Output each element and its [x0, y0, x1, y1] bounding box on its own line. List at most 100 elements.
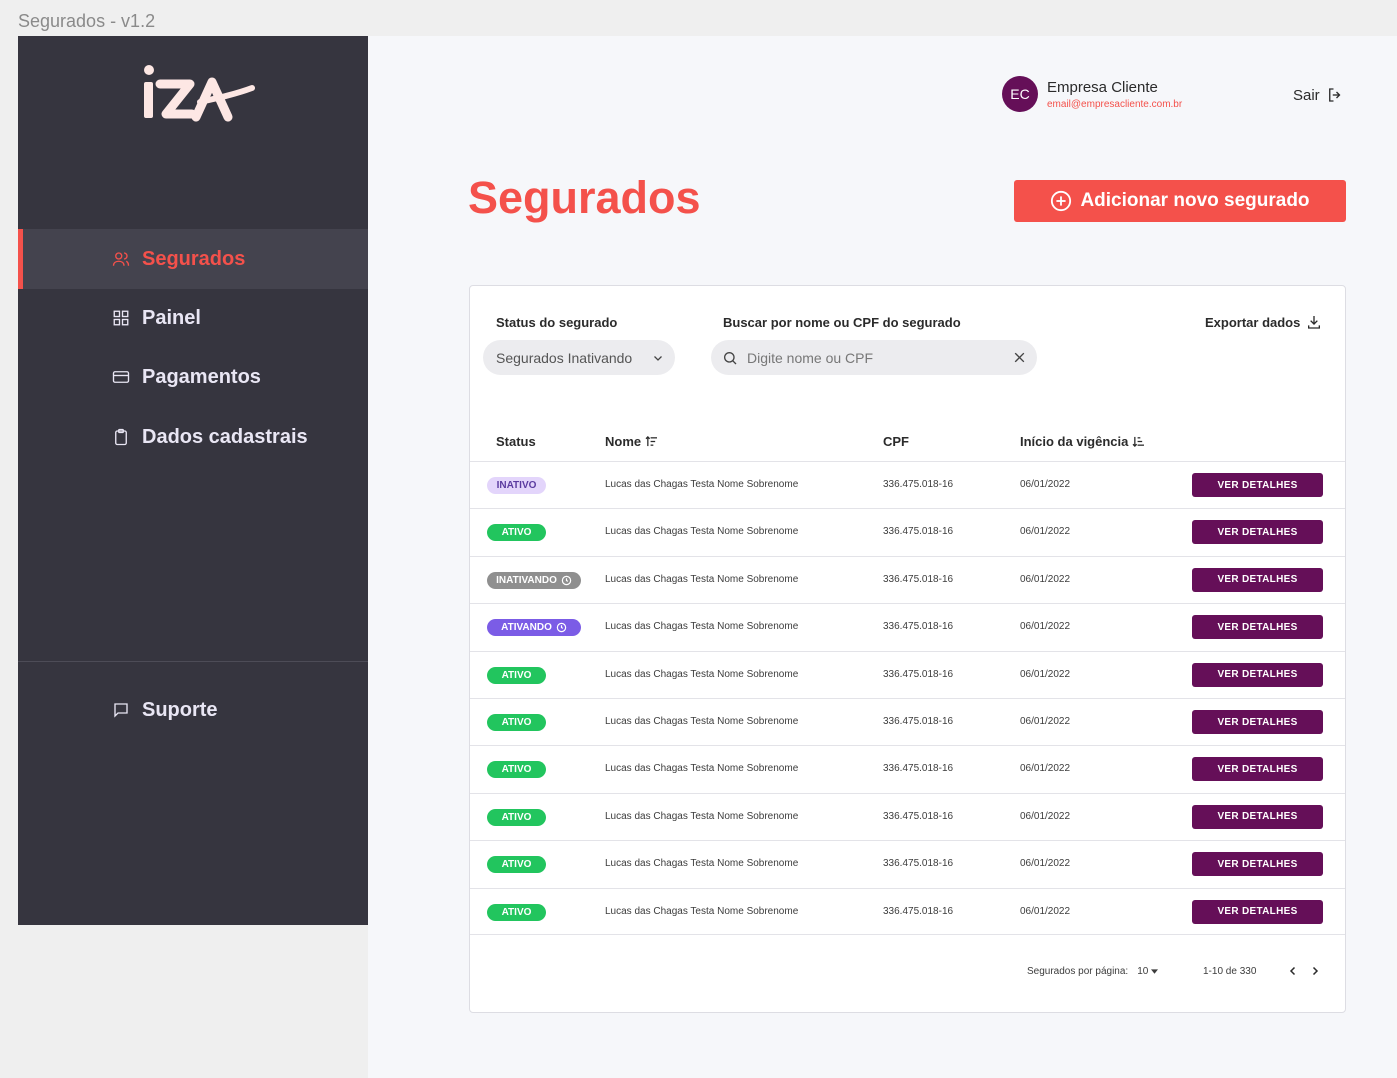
credit-card-icon	[112, 371, 130, 383]
insured-cpf: 336.475.018-16	[883, 763, 954, 775]
insured-cpf: 336.475.018-16	[883, 573, 954, 585]
page-title: Segurados	[468, 172, 701, 223]
status-badge-label: ATIVO	[501, 811, 532, 823]
insured-table-card: Status do segurado Segurados Inativando …	[469, 285, 1346, 1013]
user-name: Empresa Cliente	[1047, 78, 1158, 96]
view-details-button[interactable]: VER DETALHES	[1192, 615, 1323, 640]
insured-name: Lucas das Chagas Testa Nome Sobrenome	[605, 573, 799, 585]
status-badge: ATIVO	[487, 666, 546, 684]
status-badge: ATIVO	[487, 714, 546, 731]
sidebar-item-pagamentos[interactable]: Pagamentos	[18, 347, 368, 407]
insured-cpf: 336.475.018-16	[883, 716, 954, 727]
sort-icon	[645, 436, 658, 447]
sidebar-item-suporte[interactable]: Suporte	[18, 680, 368, 740]
sidebar-divider	[18, 661, 368, 662]
table-row: ATIVO Lucas das Chagas Testa Nome Sobreno…	[470, 887, 1345, 935]
insured-name: Lucas das Chagas Testa Nome Sobrenome	[605, 526, 799, 538]
download-icon	[1308, 316, 1321, 329]
view-details-button[interactable]: VER DETALHES	[1192, 710, 1323, 734]
add-insured-button[interactable]: Adicionar novo segurado	[1014, 180, 1346, 222]
status-badge-label: ATIVO	[501, 906, 532, 918]
sidebar-item-label: Painel	[142, 306, 201, 329]
status-badge-label: ATIVO	[501, 527, 532, 539]
policy-start-date: 06/01/2022	[1020, 716, 1071, 727]
grid-icon	[113, 310, 129, 326]
policy-start-date: 06/01/2022	[1020, 573, 1071, 585]
view-details-button[interactable]: VER DETALHES	[1192, 662, 1323, 687]
policy-start-date: 06/01/2022	[1020, 621, 1071, 633]
column-header-nome[interactable]: Nome	[605, 434, 658, 449]
sidebar-item-painel[interactable]: Painel	[18, 288, 368, 348]
insured-name: Lucas das Chagas Testa Nome Sobrenome	[605, 621, 799, 633]
user-info: EC Empresa Cliente email@empresacliente.…	[1002, 76, 1182, 112]
sort-icon	[1132, 436, 1145, 447]
table-row: ATIVO Lucas das Chagas Testa Nome Sobreno…	[470, 792, 1345, 840]
view-details-button[interactable]: VER DETALHES	[1192, 899, 1323, 924]
per-page-value[interactable]: 10	[1137, 966, 1148, 977]
policy-start-date: 06/01/2022	[1020, 905, 1071, 917]
view-details-button[interactable]: VER DETALHES	[1192, 757, 1323, 782]
view-details-button[interactable]: VER DETALHES	[1192, 567, 1323, 592]
insured-cpf: 336.475.018-16	[883, 905, 954, 917]
view-details-button[interactable]: VER DETALHES	[1192, 520, 1323, 545]
sidebar-item-dados-cadastrais[interactable]: Dados cadastrais	[18, 407, 368, 467]
status-badge: INATIVANDO	[487, 571, 581, 589]
page-range: 1-10 de 330	[1203, 966, 1257, 977]
per-page-label: Segurados por página:	[1027, 966, 1129, 977]
insured-cpf: 336.475.018-16	[883, 621, 954, 633]
status-badge-label: INATIVANDO	[496, 574, 557, 586]
status-badge-label: ATIVANDO	[501, 622, 552, 634]
status-select[interactable]: Segurados Inativando	[483, 340, 675, 375]
close-icon[interactable]	[1013, 351, 1026, 364]
status-badge-label: ATIVO	[501, 669, 532, 681]
column-header-label: Início da vigência	[1020, 434, 1129, 449]
next-page-icon[interactable]	[1309, 964, 1321, 978]
policy-start-date: 06/01/2022	[1020, 479, 1071, 490]
caret-down-icon	[1151, 969, 1159, 974]
sidebar-item-label: Dados cadastrais	[142, 425, 308, 448]
search-field[interactable]: Digite nome ou CPF	[711, 340, 1037, 375]
sidebar-item-label: Pagamentos	[142, 365, 261, 388]
window-title: Segurados - v1.2	[18, 11, 156, 31]
insured-name: Lucas das Chagas Testa Nome Sobrenome	[605, 858, 799, 870]
export-data-button[interactable]: Exportar dados	[1205, 314, 1322, 330]
policy-start-date: 06/01/2022	[1020, 668, 1071, 680]
status-badge: ATIVANDO	[487, 619, 581, 637]
insured-cpf: 336.475.018-16	[883, 526, 954, 538]
insured-cpf: 336.475.018-16	[883, 668, 954, 680]
column-header-label: Nome	[605, 434, 642, 449]
status-badge: ATIVO	[487, 524, 546, 542]
add-insured-label: Adicionar novo segurado	[1080, 190, 1310, 211]
insured-name: Lucas das Chagas Testa Nome Sobrenome	[605, 905, 799, 917]
status-badge-label: ATIVO	[501, 764, 532, 776]
table-row: ATIVO Lucas das Chagas Testa Nome Sobreno…	[470, 745, 1345, 792]
logout-button[interactable]: Sair	[1293, 86, 1344, 104]
policy-start-date: 06/01/2022	[1020, 763, 1071, 775]
status-badge-label: ATIVO	[501, 717, 532, 728]
view-details-button[interactable]: VER DETALHES	[1192, 852, 1323, 877]
insured-cpf: 336.475.018-16	[883, 810, 954, 822]
sidebar-item-segurados[interactable]: Segurados	[18, 229, 368, 289]
table-row: ATIVANDO Lucas das Chagas Testa Nome Sobr…	[470, 603, 1345, 650]
message-icon	[114, 703, 128, 718]
status-badge: ATIVO	[487, 856, 546, 874]
per-page-control[interactable]: Segurados por página: 10	[1027, 966, 1159, 977]
prev-page-icon[interactable]	[1287, 964, 1299, 978]
column-header-inicio[interactable]: Início da vigência	[1020, 434, 1145, 449]
status-select-value: Segurados Inativando	[496, 349, 633, 366]
view-details-button[interactable]: VER DETALHES	[1192, 804, 1323, 829]
sidebar: Segurados Painel Pagamentos Dados cadast…	[18, 36, 368, 925]
insured-cpf: 336.475.018-16	[883, 479, 954, 490]
chevron-down-icon	[654, 356, 662, 361]
view-details-button[interactable]: VER DETALHES	[1192, 473, 1323, 497]
column-header-status: Status	[496, 434, 536, 449]
user-email: email@empresacliente.com.br	[1047, 98, 1183, 110]
insured-name: Lucas das Chagas Testa Nome Sobrenome	[605, 810, 799, 822]
search-input[interactable]: Digite nome ou CPF	[747, 350, 873, 366]
clipboard-icon	[115, 428, 127, 446]
table-row: ATIVO Lucas das Chagas Testa Nome Sobreno…	[470, 508, 1345, 555]
status-badge-label: INATIVO	[496, 480, 537, 491]
table-row: INATIVO Lucas das Chagas Testa Nome Sobre…	[470, 461, 1345, 508]
search-icon	[724, 351, 737, 364]
policy-start-date: 06/01/2022	[1020, 526, 1071, 538]
